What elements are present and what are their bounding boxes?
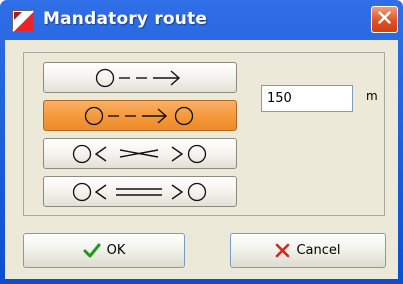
dialog-body: m OK Cancel [5, 40, 398, 279]
close-icon [377, 10, 392, 29]
window-title: Mandatory route [43, 9, 208, 29]
app-icon [12, 10, 34, 32]
title-bar[interactable]: Mandatory route [5, 0, 398, 40]
route-origin-to-destination-icon [70, 104, 210, 128]
route-options-group [23, 52, 385, 216]
cancel-button-label: Cancel [296, 243, 341, 258]
route-bidirectional-parallel-icon [60, 180, 220, 204]
mandatory-route-dialog: Mandatory route 150 m OK Cancel [0, 0, 403, 284]
cancel-button[interactable]: Cancel [230, 233, 386, 268]
route-bidirectional-x-icon [60, 142, 220, 166]
route-direction-only-icon [75, 66, 205, 90]
ok-button-label: OK [106, 243, 126, 258]
distance-unit-label: m [366, 89, 378, 103]
ok-button[interactable]: OK [23, 233, 185, 268]
route-direction-only-button[interactable] [43, 62, 237, 93]
distance-input[interactable] [261, 85, 353, 112]
close-button[interactable] [371, 6, 398, 33]
x-icon [275, 243, 290, 258]
route-bidirectional-parallel-button[interactable] [43, 176, 237, 207]
route-origin-to-destination-button[interactable] [43, 100, 237, 131]
route-bidirectional-x-button[interactable] [43, 138, 237, 169]
checkmark-icon [83, 243, 101, 259]
